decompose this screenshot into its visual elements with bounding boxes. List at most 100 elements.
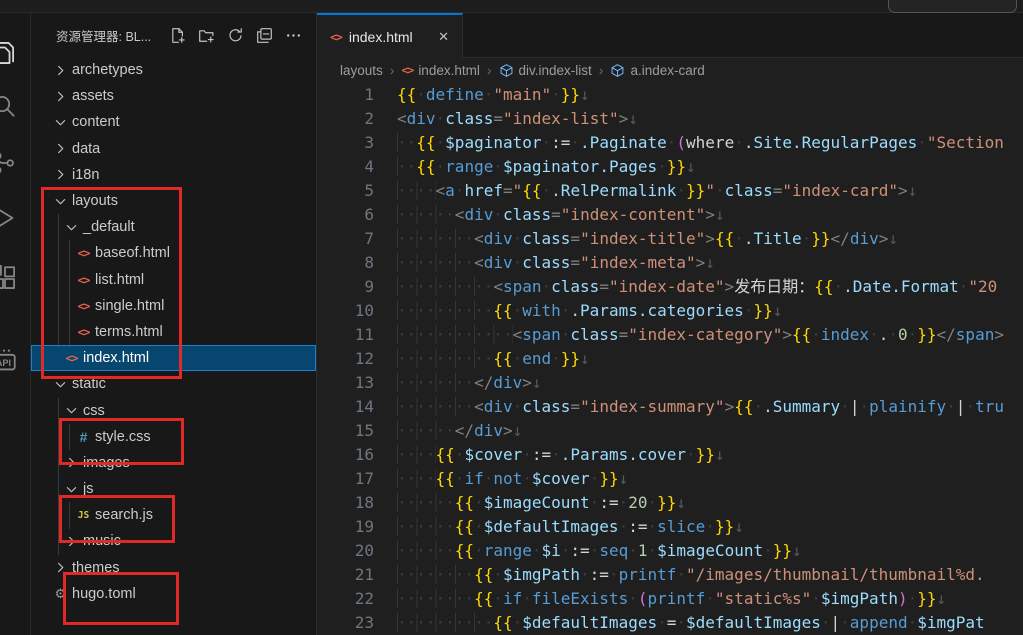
breadcrumb-item-layouts[interactable]: layouts xyxy=(340,63,383,78)
collapse-folders-icon[interactable] xyxy=(256,27,273,44)
chevron-right-icon xyxy=(51,89,70,104)
code-line-content: ··········{{·with·.Params.categories·}}↓ xyxy=(397,299,782,323)
more-actions-icon[interactable] xyxy=(285,27,302,44)
breadcrumb-separator: › xyxy=(487,62,492,78)
code-line-content: ········{{·$imgPath·:=·printf·"/images/t… xyxy=(397,563,985,587)
code-line-content: ········<div·class="index-summary">{{·.S… xyxy=(397,395,1004,419)
command-center-search[interactable] xyxy=(888,0,1017,13)
extensions-icon[interactable] xyxy=(0,265,17,291)
code-editor[interactable]: 1{{·define·"main"·}}↓2<div·class="index-… xyxy=(317,82,1023,635)
code-line-content: ········</div>↓ xyxy=(397,371,542,395)
tree-item-terms.html[interactable]: <>terms.html xyxy=(31,319,316,345)
code-line-content: ····{{·if·not·$cover·}}↓ xyxy=(397,467,628,491)
code-line: 16 ····{{·$cover·:=·.Params.cover·}}↓ xyxy=(317,443,1023,467)
code-line: 11············<span·class="index-categor… xyxy=(317,323,1023,347)
line-number: 12 xyxy=(317,347,374,371)
line-number: 22 xyxy=(317,587,374,611)
line-number: 16 xyxy=(317,443,374,467)
line-number: 6 xyxy=(317,203,374,227)
tree-item-baseof.html[interactable]: <>baseof.html xyxy=(31,240,316,266)
line-number: 8 xyxy=(317,251,374,275)
tab-index.html[interactable]: <>index.html✕ xyxy=(317,13,463,58)
tree-item-search.js[interactable]: JSsearch.js xyxy=(31,502,316,528)
tree-item-static[interactable]: static xyxy=(31,371,316,397)
new-file-icon[interactable] xyxy=(169,27,186,44)
line-number: 5 xyxy=(317,179,374,203)
tree-item-label: themes xyxy=(72,560,120,576)
close-icon[interactable]: ✕ xyxy=(435,28,452,46)
new-folder-icon[interactable] xyxy=(198,27,215,44)
tree-item-themes[interactable]: themes xyxy=(31,555,316,581)
refresh-icon[interactable] xyxy=(227,27,244,44)
explorer-sidebar: 资源管理器: BL... archetypesassetscontentdata… xyxy=(31,13,317,635)
code-line: 1{{·define·"main"·}}↓ xyxy=(317,83,1023,107)
code-line-content: ··{{·range·$paginator.Pages·}}↓ xyxy=(397,155,696,179)
line-number: 13 xyxy=(317,371,374,395)
tree-item-css[interactable]: css xyxy=(31,397,316,423)
code-line-content: ······</div>↓ xyxy=(397,419,522,443)
js-file-icon: JS xyxy=(74,510,93,521)
tree-item-style.css[interactable]: #style.css xyxy=(31,424,316,450)
code-line: 21········{{·$imgPath·:=·printf·"/images… xyxy=(317,563,1023,587)
chevron-right-icon xyxy=(51,560,70,575)
tree-item-label: single.html xyxy=(95,298,164,314)
tree-item-layouts[interactable]: layouts xyxy=(31,188,316,214)
breadcrumb-item-index.html[interactable]: <>index.html xyxy=(401,63,479,78)
tree-item-label: list.html xyxy=(95,272,144,288)
code-line-content: ····{{·$cover·:=·.Params.cover·}}↓ xyxy=(397,443,725,467)
search-icon[interactable] xyxy=(0,93,17,119)
tree-item-label: search.js xyxy=(95,507,153,523)
tree-item-archetypes[interactable]: archetypes xyxy=(31,57,316,83)
breadcrumb-label: div.index-list xyxy=(519,63,592,78)
explorer-title: 资源管理器: BL... xyxy=(56,26,169,45)
chevron-right-icon xyxy=(62,534,81,549)
tree-item-content[interactable]: content xyxy=(31,109,316,135)
tree-item-js[interactable]: js xyxy=(31,476,316,502)
code-line-content: ··{{·$paginator·:=·.Paginate·(where·.Sit… xyxy=(397,131,1004,155)
tree-item-list.html[interactable]: <>list.html xyxy=(31,267,316,293)
title-bar xyxy=(0,0,1023,13)
tree-item-i18n[interactable]: i18n xyxy=(31,162,316,188)
line-number: 10 xyxy=(317,299,374,323)
code-line: 5····<a·href="{{·.RelPermalink·}}"·class… xyxy=(317,179,1023,203)
line-number: 11 xyxy=(317,323,374,347)
tree-item-images[interactable]: images xyxy=(31,450,316,476)
tree-item-hugo.toml[interactable]: ⚙hugo.toml xyxy=(31,581,316,607)
tree-item-label: i18n xyxy=(72,167,99,183)
tree-item-label: music xyxy=(83,533,121,549)
tree-item-single.html[interactable]: <>single.html xyxy=(31,293,316,319)
source-control-icon[interactable] xyxy=(0,150,17,176)
code-line: 17····{{·if·not·$cover·}}↓ xyxy=(317,467,1023,491)
code-line: 14········<div·class="index-summary">{{·… xyxy=(317,395,1023,419)
tree-item-index.html[interactable]: <>index.html xyxy=(31,345,316,371)
tree-item-label: js xyxy=(83,481,93,497)
chevron-down-icon xyxy=(62,482,81,497)
code-line: 4 ··{{·range·$paginator.Pages·}}↓ xyxy=(317,155,1023,179)
code-line: 12··········{{·end·}}↓ xyxy=(317,347,1023,371)
tree-item-music[interactable]: music xyxy=(31,528,316,554)
breadcrumb: layouts›<>index.html›div.index-list›a.in… xyxy=(317,58,1023,82)
chevron-down-icon xyxy=(62,403,81,418)
api-icon[interactable]: API xyxy=(0,347,17,373)
files-icon[interactable] xyxy=(0,40,17,66)
tree-item-assets[interactable]: assets xyxy=(31,83,316,109)
html-file-icon: <> xyxy=(74,273,93,287)
run-debug-icon[interactable] xyxy=(0,205,17,231)
code-line: 9··········<span·class="index-date">发布日期… xyxy=(317,275,1023,299)
breadcrumb-item-div.index-list[interactable]: div.index-list xyxy=(499,63,592,78)
tree-item-data[interactable]: data xyxy=(31,136,316,162)
html-file-icon: <> xyxy=(330,30,342,44)
code-line-content: <div·class="index-list">↓ xyxy=(397,107,638,131)
line-number: 4 xyxy=(317,155,374,179)
breadcrumb-item-a.index-card[interactable]: a.index-card xyxy=(610,63,704,78)
code-line: 19······{{·$defaultImages·:=·slice·}}↓ xyxy=(317,515,1023,539)
tab-bar: <>index.html✕ xyxy=(317,13,1023,58)
code-line-content: ······{{·$imageCount·:=·20·}}↓ xyxy=(397,491,686,515)
code-line: 18······{{·$imageCount·:=·20·}}↓ xyxy=(317,491,1023,515)
tree-item-label: css xyxy=(83,403,105,419)
tree-item-_default[interactable]: _default xyxy=(31,214,316,240)
tree-item-label: hugo.toml xyxy=(72,586,136,602)
html-file-icon: <> xyxy=(74,325,93,339)
code-line-content: ········<div·class="index-meta">↓ xyxy=(397,251,715,275)
tree-item-label: baseof.html xyxy=(95,245,170,261)
